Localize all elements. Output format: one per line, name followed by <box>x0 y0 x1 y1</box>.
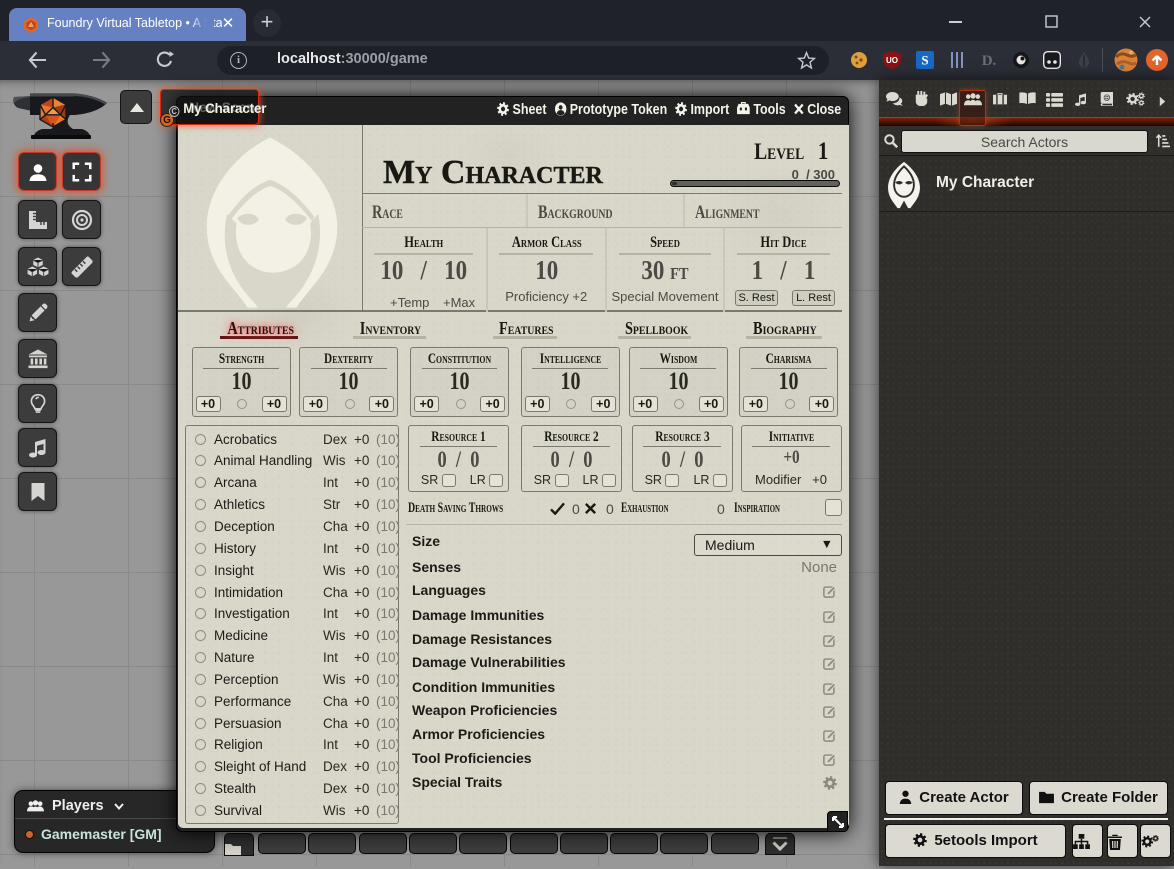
svg-text:D.: D. <box>982 53 997 69</box>
svg-text:UO: UO <box>886 56 898 65</box>
svg-text:S: S <box>921 53 928 68</box>
